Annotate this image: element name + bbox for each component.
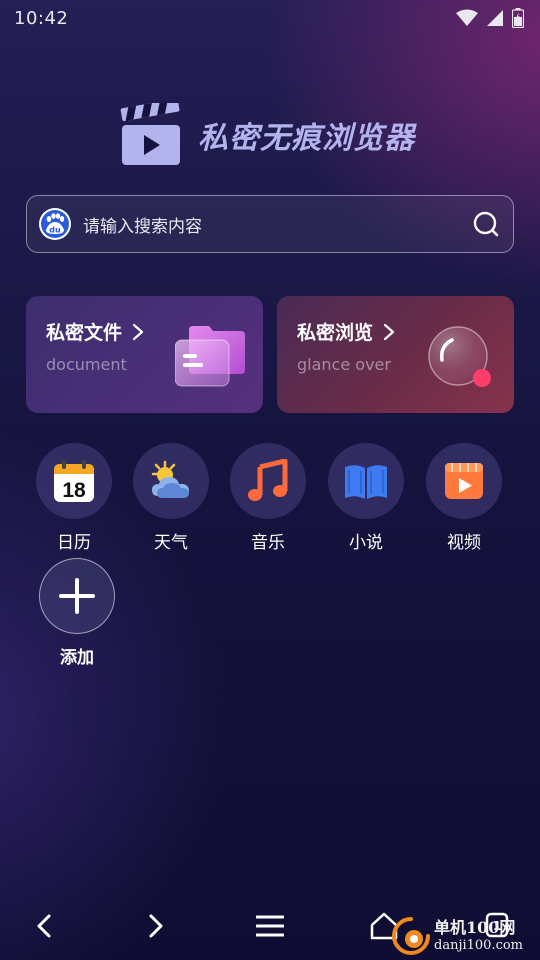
forward-icon xyxy=(149,914,163,938)
app-add-label: 添加 xyxy=(60,648,94,668)
back-icon xyxy=(37,914,51,938)
app-calendar-label: 日历 xyxy=(57,533,91,553)
app-video[interactable]: 视频 xyxy=(419,443,509,553)
private-files-card[interactable]: 私密文件 document xyxy=(26,296,263,413)
status-time: 10:42 xyxy=(14,7,69,29)
plus-icon xyxy=(59,578,95,614)
status-icons xyxy=(456,8,524,28)
private-files-label: 私密文件 xyxy=(46,322,123,344)
calendar-icon: 18 xyxy=(54,460,94,502)
watermark-line2: danji100.com xyxy=(434,938,524,953)
clapperboard-play-icon xyxy=(120,103,180,165)
search-bar[interactable]: du 请输入搜索内容 xyxy=(26,195,514,253)
app-calendar-icon-wrap: 18 xyxy=(36,443,112,519)
app-add[interactable]: 添加 xyxy=(32,558,122,668)
app-title: 私密无痕浏览器 xyxy=(198,121,415,156)
watermark: 单机100网 danji100.com xyxy=(392,912,540,960)
add-button[interactable] xyxy=(39,558,115,634)
search-icon xyxy=(473,211,499,237)
menu-button[interactable] xyxy=(250,906,290,946)
app-music[interactable]: 音乐 xyxy=(223,443,313,553)
private-browse-card[interactable]: 私密浏览 glance over xyxy=(277,296,514,413)
back-button[interactable] xyxy=(24,906,64,946)
weather-icon xyxy=(151,460,189,498)
glass-sphere-icon xyxy=(428,326,491,387)
app-weather-label: 天气 xyxy=(154,533,188,553)
watermark-line1: 单机100网 xyxy=(434,918,516,937)
chevron-right-icon xyxy=(383,323,395,340)
watermark-logo xyxy=(392,917,430,955)
app-novel[interactable]: 小说 xyxy=(321,443,411,553)
app-weather[interactable]: 天气 xyxy=(126,443,216,553)
chevron-right-icon xyxy=(132,323,144,340)
calendar-day: 18 xyxy=(62,479,86,502)
battery-icon xyxy=(512,8,524,28)
app-novel-icon-wrap xyxy=(328,443,404,519)
video-play-icon xyxy=(445,463,483,499)
wifi-icon xyxy=(456,9,478,26)
app-calendar[interactable]: 18 日历 xyxy=(29,443,119,553)
book-icon xyxy=(345,465,387,499)
app-novel-label: 小说 xyxy=(349,533,383,553)
app-music-label: 音乐 xyxy=(251,533,285,553)
private-browse-label: 私密浏览 xyxy=(297,322,374,344)
forward-button[interactable] xyxy=(136,906,176,946)
watermark-text: 单机100网 danji100.com xyxy=(434,918,524,953)
baidu-paw-icon[interactable]: du xyxy=(39,208,71,240)
search-input[interactable]: 请输入搜索内容 xyxy=(83,212,471,237)
baidu-logo-text: du xyxy=(49,226,61,235)
status-bar: 10:42 xyxy=(0,0,540,36)
signal-icon xyxy=(487,10,503,26)
app-video-icon-wrap xyxy=(426,443,502,519)
app-logo: 私密无痕浏览器 xyxy=(120,100,430,170)
folder-icon xyxy=(175,326,245,387)
app-weather-icon-wrap xyxy=(133,443,209,519)
music-note-icon xyxy=(248,459,288,501)
menu-icon xyxy=(256,915,284,937)
app-music-icon-wrap xyxy=(230,443,306,519)
app-video-label: 视频 xyxy=(447,533,481,553)
search-button[interactable] xyxy=(471,209,501,239)
